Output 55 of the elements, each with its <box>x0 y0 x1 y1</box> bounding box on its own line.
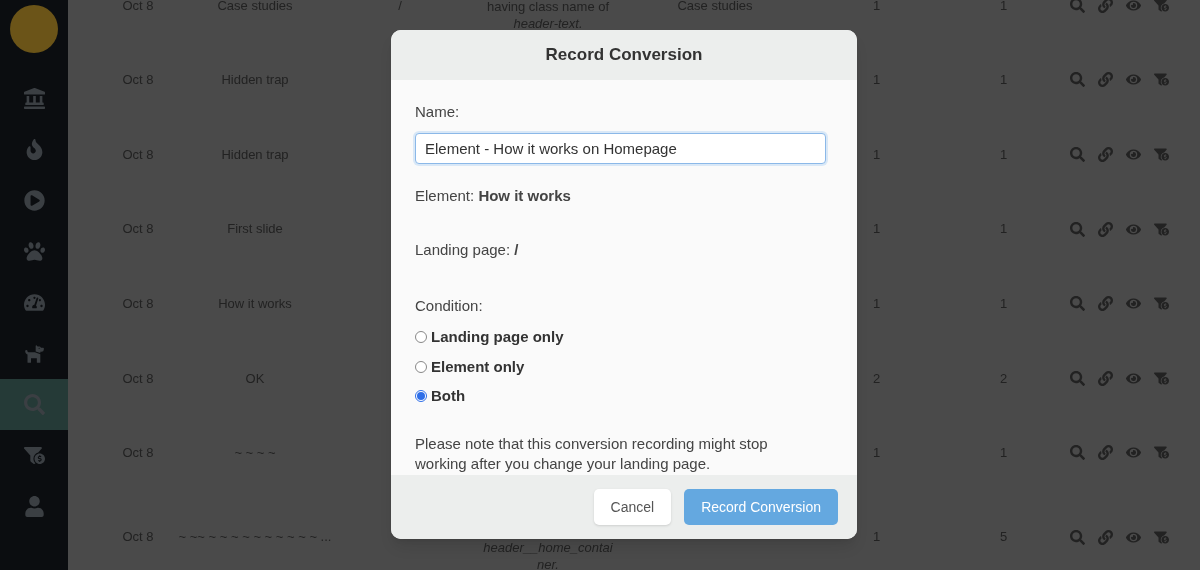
funnel-dollar-icon <box>23 445 45 466</box>
link-icon[interactable] <box>1098 221 1113 237</box>
paw-icon <box>23 241 45 262</box>
search-icon[interactable] <box>1070 147 1085 162</box>
search-icon[interactable] <box>1070 221 1085 237</box>
landing-page-text: Landing page: / <box>415 240 520 260</box>
radio-label[interactable]: Both <box>431 385 466 408</box>
play-icon <box>23 190 45 211</box>
link-icon[interactable] <box>1098 147 1113 162</box>
element-text: Element: How it works <box>415 185 572 206</box>
funnel-dollar-icon[interactable] <box>1154 147 1169 162</box>
link-icon[interactable] <box>1098 0 1113 13</box>
funnel-dollar-icon[interactable] <box>1154 0 1169 13</box>
radio-label[interactable]: Element only <box>431 355 525 378</box>
user-icon <box>23 496 45 517</box>
search-icon[interactable] <box>1070 445 1085 461</box>
search-icon[interactable] <box>1070 72 1085 88</box>
search-icon[interactable] <box>1070 0 1085 13</box>
funnel-dollar-icon[interactable] <box>1154 529 1169 545</box>
cancel-button[interactable]: Cancel <box>593 489 672 525</box>
dialog-title: Record Conversion <box>545 44 703 67</box>
radio-button[interactable] <box>415 360 427 373</box>
name-label: Name: <box>415 102 461 122</box>
link-icon[interactable] <box>1098 529 1113 545</box>
note-text: Please note that this conversion recording might stop working after you change your landing page. <box>415 433 769 474</box>
name-text: ~ ~ ~ ~ <box>234 445 276 461</box>
funnel-dollar-icon[interactable] <box>1154 72 1169 88</box>
path-text: / <box>398 0 402 13</box>
link-icon[interactable] <box>1098 72 1113 88</box>
funnel-dollar-icon[interactable] <box>1154 445 1169 461</box>
funnel-dollar-icon[interactable] <box>1154 221 1169 237</box>
radio-button[interactable] <box>415 331 427 344</box>
name-input[interactable]: Element - How it works on Homepage <box>415 132 826 164</box>
landmark-icon <box>23 88 45 109</box>
dog-icon <box>23 343 45 364</box>
search-icon[interactable] <box>1070 296 1085 312</box>
name-text: ~ ~~ ~ ~ ~ ~ ~ ~ ~ ~ ~ ~ ... <box>178 529 332 545</box>
avatar-placeholder[interactable] <box>10 5 58 53</box>
eye-icon[interactable] <box>1126 0 1141 13</box>
funnel-dollar-icon[interactable] <box>1154 296 1169 312</box>
eye-icon[interactable] <box>1126 296 1141 312</box>
link-icon[interactable] <box>1098 445 1113 461</box>
search-icon[interactable] <box>1070 370 1085 386</box>
eye-icon[interactable] <box>1126 72 1141 88</box>
search-icon[interactable] <box>1070 529 1085 545</box>
gauge-icon <box>23 292 45 313</box>
radio-button[interactable] <box>415 390 427 403</box>
condition-label: Condition: <box>415 295 484 316</box>
link-icon[interactable] <box>1098 370 1113 386</box>
sidebar-item[interactable] <box>0 379 68 430</box>
radio-label[interactable]: Landing page only <box>431 326 564 349</box>
eye-icon[interactable] <box>1126 147 1141 162</box>
eye-icon[interactable] <box>1126 445 1141 461</box>
funnel-dollar-icon[interactable] <box>1154 370 1169 386</box>
link-icon[interactable] <box>1098 296 1113 312</box>
